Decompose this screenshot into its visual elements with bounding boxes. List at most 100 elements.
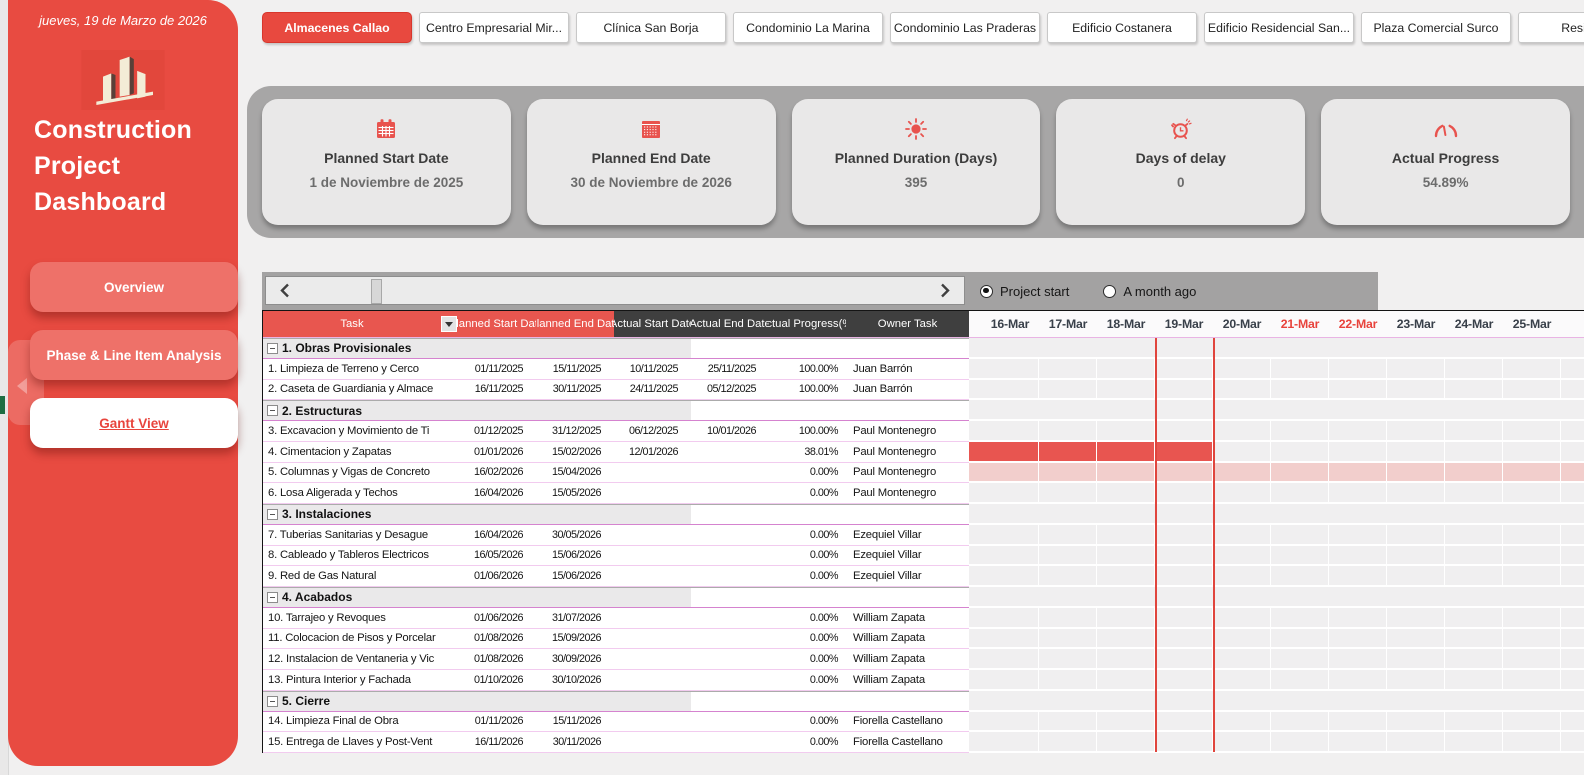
tab-condominio-la-marina[interactable]: Condominio La Marina — [733, 12, 883, 43]
planned-start-cell: 16/05/2026 — [457, 545, 536, 567]
table-row: 6. Losa Aligerada y Techos 16/04/2026 15/0… — [263, 483, 1584, 504]
tab-edificio-costanera[interactable]: Edificio Costanera — [1047, 12, 1197, 43]
group-row: 1. Obras Provisionales — [263, 338, 1584, 359]
planned-end-cell: 15/02/2026 — [536, 441, 614, 463]
filter-spacer-cell — [441, 483, 457, 504]
actual-end-cell — [691, 670, 769, 691]
actual-end-cell — [691, 711, 769, 733]
group-row: 2. Estructuras — [263, 400, 1584, 421]
planned-end-cell: 15/11/2025 — [536, 358, 614, 380]
collapse-group-icon[interactable] — [267, 508, 278, 520]
owner-cell: William Zapata — [846, 649, 969, 670]
construction-dashboard: jueves, 19 de Marzo de 2026 Construction… — [0, 0, 1584, 775]
planned-start-cell: 01/06/2026 — [457, 566, 536, 587]
kpi-band: Planned Start Date 1 de Noviembre de 2025… — [247, 86, 1584, 238]
view-option-project-start[interactable]: Project start — [980, 284, 1069, 299]
owner-cell: William Zapata — [846, 628, 969, 650]
gantt-gridlines — [969, 607, 1584, 627]
gantt-date-header: 16-Mar 17-Mar 18-Mar 19-Mar 20-Mar 21-Mar 22-M… — [969, 311, 1584, 338]
sun-icon — [903, 116, 929, 142]
gantt-gridlines — [969, 524, 1584, 544]
radio-icon — [1103, 284, 1117, 298]
group-label-cell: 2. Estructuras — [263, 400, 691, 421]
gantt-group-cell — [969, 400, 1584, 421]
gantt-gridlines — [969, 711, 1584, 731]
group-label-cell: 5. Cierre — [263, 690, 691, 712]
scroll-left-arrow-icon[interactable] — [276, 282, 294, 299]
owner-cell: Fiorella Castellano — [846, 732, 969, 753]
actual-progress-cell: 0.00% — [769, 732, 846, 753]
sidebar-item-phase-line-item-analysis[interactable]: Phase & Line Item Analysis — [30, 330, 238, 380]
actual-start-cell — [614, 524, 691, 546]
tab-condominio-las-praderas[interactable]: Condominio Las Praderas — [890, 12, 1040, 43]
sidebar-item-overview[interactable]: Overview — [30, 262, 238, 312]
tab-centro-empresarial-mir[interactable]: Centro Empresarial Mir... — [419, 12, 569, 43]
filter-spacer-cell — [441, 379, 457, 401]
actual-end-cell: 05/12/2025 — [691, 379, 769, 401]
gantt-control-band: Project start A month ago — [262, 272, 1378, 310]
kpi-title: Planned Duration (Days) — [834, 150, 998, 166]
gantt-group-cell — [969, 338, 1584, 359]
tab-edificio-residencial-san[interactable]: Edificio Residencial San... — [1204, 12, 1354, 43]
kpi-value: 54.89% — [1422, 175, 1469, 190]
gantt-group-cell — [969, 504, 1584, 525]
actual-progress-cell: 38.01% — [769, 441, 846, 463]
current-date: jueves, 19 de Marzo de 2026 — [39, 13, 207, 28]
project-tabs: Almacenes Callao Centro Empresarial Mir..… — [262, 12, 1584, 43]
filter-spacer-cell — [441, 670, 457, 691]
collapse-group-icon[interactable] — [267, 405, 278, 417]
gantt-row-cell — [969, 628, 1584, 650]
actual-progress-cell: 0.00% — [769, 670, 846, 691]
owner-cell: William Zapata — [846, 607, 969, 629]
planned-start-cell: 01/10/2026 — [457, 670, 536, 691]
radio-label: A month ago — [1123, 283, 1197, 299]
kpi-value: 395 — [904, 175, 928, 190]
filter-spacer-cell — [441, 462, 457, 484]
tab-almacenes-callao[interactable]: Almacenes Callao — [262, 12, 412, 43]
planned-end-cell: 30/09/2026 — [536, 649, 614, 670]
owner-cell: Ezequiel Villar — [846, 566, 969, 587]
actual-progress-cell: 0.00% — [769, 628, 846, 650]
planned-end-cell: 31/12/2025 — [536, 421, 614, 442]
gantt-gridlines — [969, 379, 1584, 399]
gantt-row-cell — [969, 711, 1584, 733]
filter-spacer-cell — [441, 732, 457, 753]
task-name-cell: 3. Excavacion y Movimiento de Ti — [263, 421, 441, 442]
gantt-date-19-mar: 19-Mar — [1164, 317, 1204, 331]
filter-dropdown-button[interactable] — [441, 316, 457, 332]
tab-residencial[interactable]: Residencial — [1518, 12, 1584, 43]
planned-start-cell: 16/04/2026 — [457, 483, 536, 504]
filter-spacer-cell — [441, 607, 457, 629]
filter-spacer-cell — [441, 649, 457, 670]
collapse-group-icon[interactable] — [267, 342, 278, 354]
table-row: 7. Tuberias Sanitarias y Desague 16/04/20… — [263, 524, 1584, 546]
group-name: 2. Estructuras — [282, 403, 363, 418]
collapse-group-icon[interactable] — [267, 591, 278, 603]
planned-start-cell: 01/11/2025 — [457, 358, 536, 380]
planned-start-cell: 01/08/2026 — [457, 628, 536, 650]
task-name-cell: 15. Entrega de Llaves y Post-Vent — [263, 732, 441, 753]
gantt-date-18-mar: 18-Mar — [1106, 317, 1146, 331]
gantt-scrollbar[interactable] — [265, 276, 965, 305]
gantt-gridlines — [969, 545, 1584, 565]
group-name: 3. Instalaciones — [282, 507, 372, 522]
scroll-right-arrow-icon[interactable] — [936, 282, 954, 299]
gantt-date-17-mar: 17-Mar — [1048, 317, 1088, 331]
owner-cell: Juan Barrón — [846, 379, 969, 401]
gantt-gridlines — [969, 649, 1584, 668]
radio-icon — [980, 284, 993, 298]
owner-cell: Ezequiel Villar — [846, 524, 969, 546]
gantt-table: Task Planned Start Date Planned End Date… — [262, 310, 1584, 753]
sidebar-item-gantt-view[interactable]: Gantt View — [30, 398, 238, 448]
collapse-group-icon[interactable] — [267, 695, 278, 707]
scrollbar-thumb[interactable] — [371, 279, 382, 304]
task-name-cell: 12. Instalacion de Ventaneria y Vic — [263, 649, 441, 670]
filter-spacer-cell — [441, 566, 457, 587]
table-row: 15. Entrega de Llaves y Post-Vent 16/11/2… — [263, 732, 1584, 753]
kpi-title: Planned Start Date — [324, 150, 449, 166]
tab-plaza-comercial-surco[interactable]: Plaza Comercial Surco — [1361, 12, 1511, 43]
gantt-group-cell — [969, 690, 1584, 712]
tab-cl-nica-san-borja[interactable]: Clínica San Borja — [576, 12, 726, 43]
view-option-a-month-ago[interactable]: A month ago — [1103, 284, 1196, 299]
calendar-end-icon — [639, 116, 663, 142]
